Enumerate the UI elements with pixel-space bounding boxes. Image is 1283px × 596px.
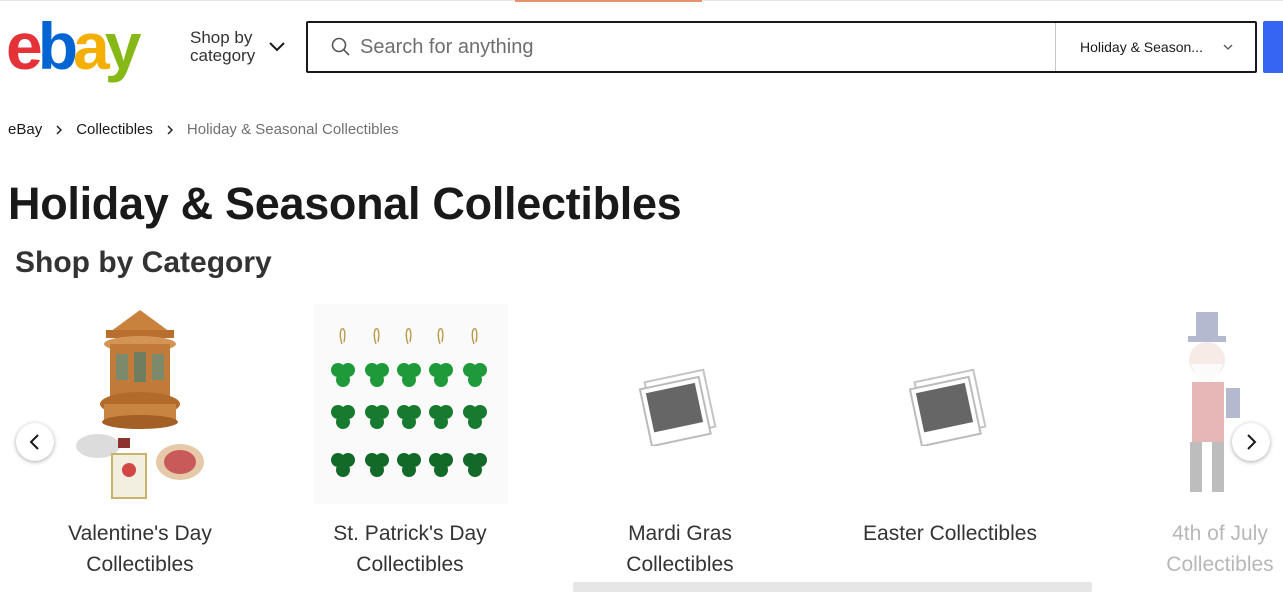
placeholder-photo-icon — [638, 368, 717, 446]
logo-letter-b: b — [37, 9, 78, 83]
search-button[interactable] — [1263, 21, 1283, 73]
breadcrumb-ebay[interactable]: eBay — [8, 121, 42, 138]
shamrock-ornaments-image — [314, 304, 508, 504]
breadcrumb-current: Holiday & Seasonal Collectibles — [186, 121, 399, 138]
search-icon — [331, 37, 350, 56]
chevron-down-icon — [1223, 44, 1233, 50]
uncle-sam-image — [1188, 312, 1240, 492]
logo-letter-y: y — [104, 9, 142, 83]
ebay-logo[interactable]: ebay — [6, 9, 156, 83]
chevron-right-icon — [1247, 434, 1257, 450]
search-category-value: Holiday & Season... — [1080, 39, 1203, 55]
logo-letter-e: e — [6, 9, 43, 83]
search-bar: Holiday & Season... — [306, 21, 1257, 73]
top-accent-bar — [515, 0, 702, 2]
category-card-mardi-gras[interactable]: Mardi Gras Collectibles — [540, 300, 810, 596]
chevron-left-icon — [29, 434, 39, 450]
category-label: Easter Collectibles — [863, 522, 1037, 545]
shop-by-category-label: Shop by category — [190, 28, 256, 65]
category-carousel: Valentine's Day Collectibles St. Patrick… — [0, 300, 1283, 596]
category-card-st-patricks[interactable]: St. Patrick's Day Collectibles — [270, 300, 540, 596]
carousel-prev-button[interactable] — [16, 423, 54, 461]
category-label: 4th of July Collectibles — [1166, 522, 1274, 576]
breadcrumb-collectibles[interactable]: Collectibles — [76, 121, 153, 138]
chevron-down-icon — [269, 42, 285, 52]
breadcrumb: eBay Collectibles Holiday & Seasonal Col… — [8, 121, 399, 138]
search-input[interactable] — [360, 27, 1040, 67]
carousel-scrollbar[interactable] — [573, 582, 1092, 592]
chevron-right-icon — [56, 125, 63, 134]
carousel-next-button[interactable] — [1232, 423, 1270, 461]
category-label: Mardi Gras Collectibles — [626, 522, 734, 576]
shop-by-category-button[interactable]: Shop by category — [190, 27, 290, 67]
valentine-honeycomb-image — [76, 310, 204, 499]
category-label: St. Patrick's Day Collectibles — [333, 522, 487, 576]
category-label: Valentine's Day Collectibles — [68, 522, 212, 576]
placeholder-photo-icon — [908, 368, 987, 446]
search-category-select[interactable]: Holiday & Season... — [1055, 23, 1255, 71]
category-card-easter[interactable]: Easter Collectibles — [810, 300, 1080, 596]
logo-letter-a: a — [73, 9, 110, 83]
chevron-right-icon — [167, 125, 173, 134]
section-title: Shop by Category — [15, 246, 272, 279]
page-title: Holiday & Seasonal Collectibles — [8, 178, 682, 229]
